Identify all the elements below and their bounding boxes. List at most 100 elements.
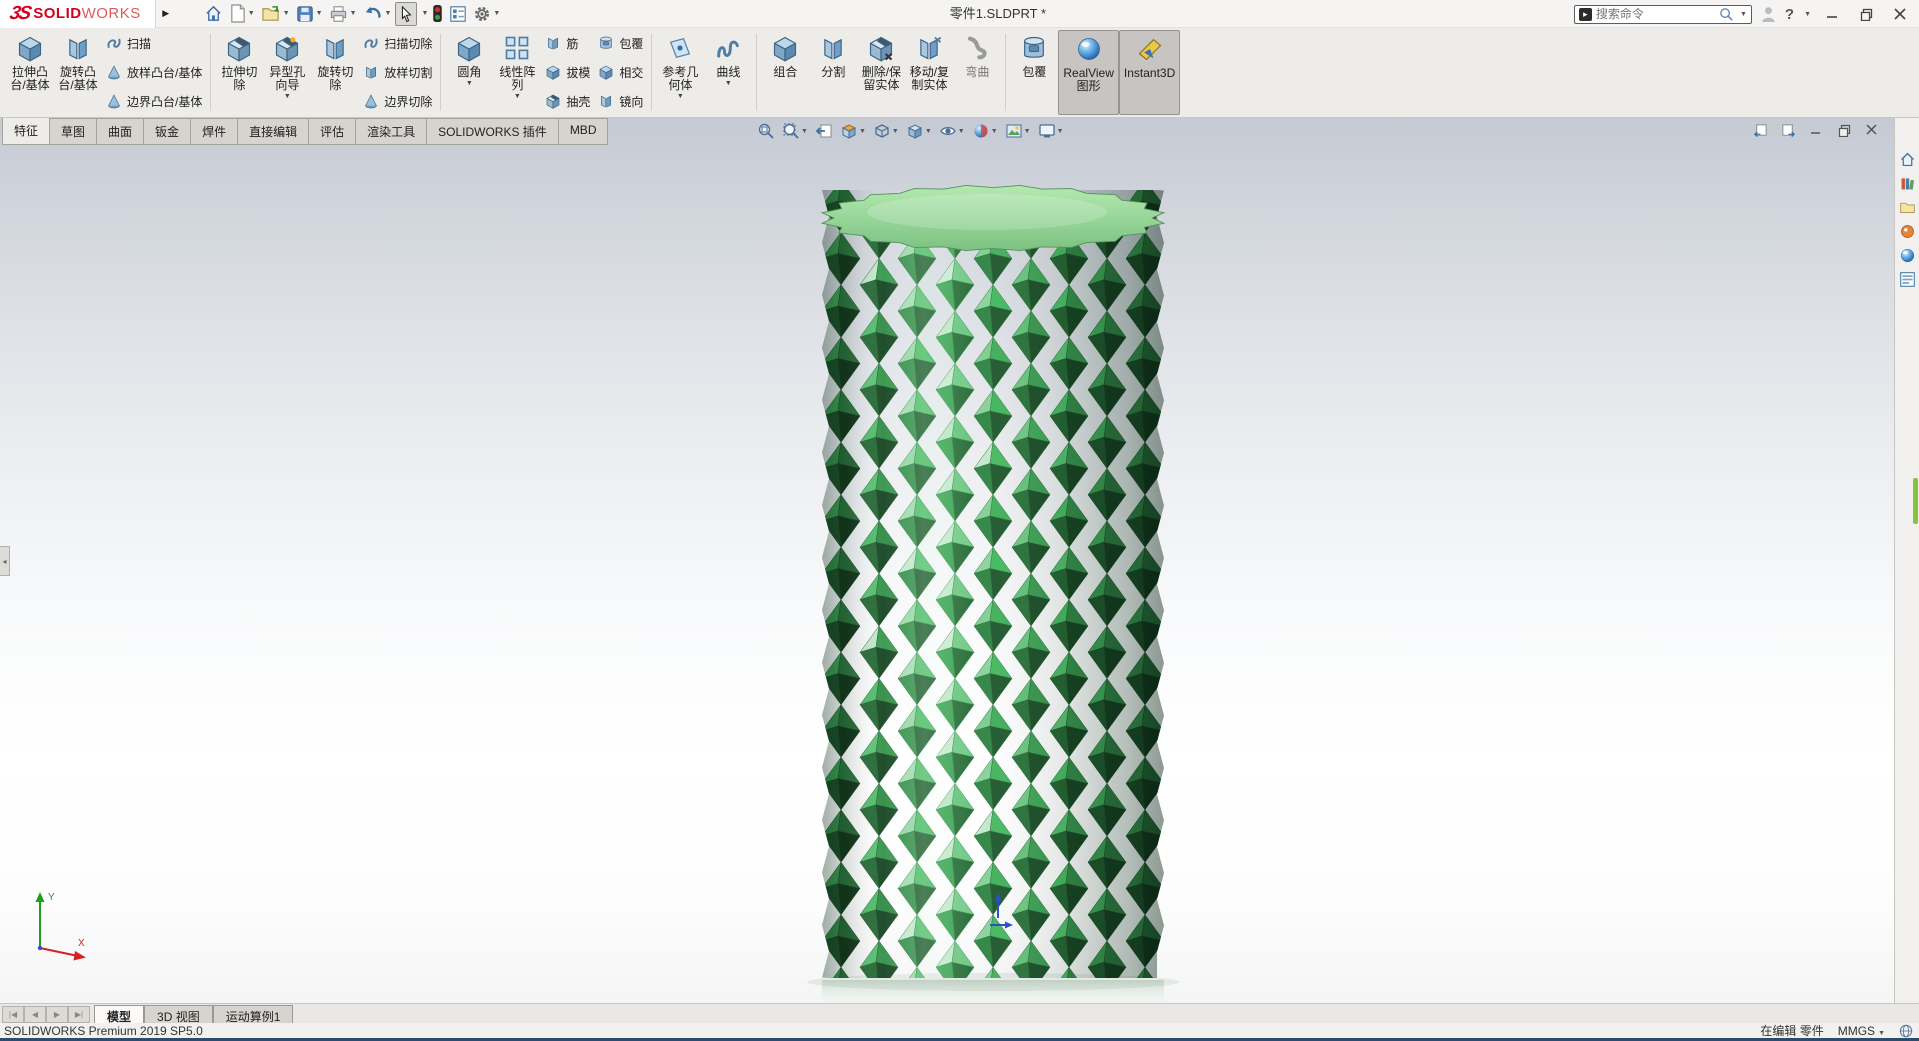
tab-solidworks-addins[interactable]: SOLIDWORKS 插件 <box>427 118 559 145</box>
tab-motion-study-1[interactable]: 运动算例1 <box>212 1005 294 1024</box>
swept-cut-button[interactable]: 扫描切除 <box>363 34 432 52</box>
collapse-pane-tab[interactable]: ◂ <box>0 546 10 576</box>
hide-show-items-button[interactable]: ▼ <box>937 120 967 142</box>
hole-wizard-caret[interactable]: ▼ <box>284 93 291 101</box>
taskpane-home-button[interactable] <box>1897 149 1918 170</box>
flex-button[interactable]: 弯曲 <box>953 30 1001 115</box>
curves-button[interactable]: 曲线 ▼ <box>704 30 752 115</box>
options-list-button[interactable] <box>447 2 469 26</box>
lofted-cut-button[interactable]: 放样切割 <box>363 63 432 81</box>
linear-pattern-button[interactable]: 线性阵列 ▼ <box>493 30 541 115</box>
realview-graphics-button[interactable]: RealView 图形 <box>1058 30 1119 115</box>
wrap-button-2[interactable]: 包覆 <box>1010 30 1058 115</box>
view-orientation-caret[interactable]: ▼ <box>892 128 899 135</box>
new-document-button[interactable]: ▼ <box>227 2 257 26</box>
close-button[interactable] <box>1887 3 1913 25</box>
curves-caret[interactable]: ▼ <box>725 80 732 88</box>
boundary-cut-button[interactable]: 边界切除 <box>363 92 432 110</box>
view-palette-button[interactable] <box>1897 221 1918 242</box>
save-button[interactable]: ▼ <box>294 2 325 26</box>
display-style-caret[interactable]: ▼ <box>925 128 932 135</box>
reference-geometry-button[interactable]: 参考几 何体 ▼ <box>656 30 704 115</box>
user-login-icon[interactable] <box>1760 5 1777 23</box>
file-explorer-button[interactable] <box>1897 197 1918 218</box>
print-caret[interactable]: ▼ <box>350 10 357 17</box>
boundary-boss-button[interactable]: 边界凸台/基体 <box>106 92 202 110</box>
save-caret[interactable]: ▼ <box>316 10 323 17</box>
lofted-boss-button[interactable]: 放样凸台/基体 <box>106 63 202 81</box>
search-input[interactable] <box>1595 7 1715 21</box>
extruded-boss-button[interactable]: 拉伸凸 台/基体 <box>6 30 54 115</box>
draft-button[interactable]: 拔模 <box>545 63 590 81</box>
tab-sheet-metal[interactable]: 钣金 <box>144 118 192 145</box>
tab-evaluate[interactable]: 评估 <box>309 118 357 145</box>
previous-view-button[interactable] <box>813 120 835 142</box>
mirror-button[interactable]: 镜向 <box>598 92 643 110</box>
intersect-button[interactable]: 相交 <box>598 63 643 81</box>
section-view-button[interactable]: ▼ <box>838 120 868 142</box>
globe-status-icon[interactable] <box>1899 1024 1913 1038</box>
selection-traffic-light-button[interactable] <box>430 2 445 26</box>
close-document-button[interactable] <box>1861 121 1883 139</box>
fillet-caret[interactable]: ▼ <box>466 80 473 88</box>
taskpane-scroll-thumb[interactable] <box>1913 478 1918 524</box>
model-3d-column[interactable] <box>802 160 1192 1003</box>
undo-caret[interactable]: ▼ <box>385 10 392 17</box>
appearances-scenes-button[interactable] <box>1897 245 1918 266</box>
view-settings-button[interactable]: ▼ <box>1036 120 1066 142</box>
minimize-button[interactable] <box>1819 3 1845 25</box>
extruded-cut-button[interactable]: 拉伸切除 <box>215 30 263 115</box>
last-tab-button[interactable]: ▶| <box>68 1006 90 1023</box>
wrap-button[interactable]: 包覆 <box>598 34 643 52</box>
search-magnifier-icon[interactable] <box>1719 7 1734 22</box>
zoom-caret[interactable]: ▼ <box>801 128 808 135</box>
window-previous-button[interactable] <box>1749 121 1771 139</box>
instant3d-button[interactable]: Instant3D <box>1118 30 1181 115</box>
view-orientation-button[interactable]: ▼ <box>871 120 901 142</box>
open-button[interactable]: ▼ <box>259 2 292 26</box>
zoom-to-fit-button[interactable] <box>755 120 777 142</box>
units-selector[interactable]: MMGS ▼ <box>1838 1024 1885 1038</box>
tab-mbd[interactable]: MBD <box>558 118 609 145</box>
tab-3d-views[interactable]: 3D 视图 <box>144 1005 213 1024</box>
next-tab-button[interactable]: ▶ <box>46 1006 68 1023</box>
previous-tab-button[interactable]: ◀ <box>24 1006 46 1023</box>
window-next-button[interactable] <box>1777 121 1799 139</box>
open-caret[interactable]: ▼ <box>283 10 290 17</box>
print-button[interactable]: ▼ <box>327 2 359 26</box>
section-caret[interactable]: ▼ <box>859 128 866 135</box>
select-caret[interactable]: ▼ <box>421 10 428 17</box>
tab-sketch[interactable]: 草图 <box>50 118 98 145</box>
zoom-to-area-button[interactable]: ▼ <box>780 120 810 142</box>
design-library-button[interactable] <box>1897 173 1918 194</box>
move-copy-body-button[interactable]: 移动/复 制实体 <box>905 30 953 115</box>
display-style-button[interactable]: ▼ <box>904 120 934 142</box>
graphics-area[interactable]: 特征 草图 曲面 钣金 焊件 直接编辑 评估 渲染工具 SOLIDWORKS 插… <box>0 118 1919 1003</box>
split-button[interactable]: 分割 <box>809 30 857 115</box>
tab-features[interactable]: 特征 <box>2 118 51 145</box>
search-box[interactable]: ▸ ▼ <box>1573 4 1752 24</box>
tab-model[interactable]: 模型 <box>94 1005 145 1024</box>
linear-pattern-caret[interactable]: ▼ <box>514 93 521 101</box>
tab-weldments[interactable]: 焊件 <box>191 118 239 145</box>
help-button[interactable]: ? <box>1785 6 1794 23</box>
settings-caret[interactable]: ▼ <box>493 10 500 17</box>
apply-scene-caret[interactable]: ▼ <box>1024 128 1031 135</box>
settings-button[interactable]: ▼ <box>471 2 502 26</box>
fillet-button[interactable]: 圆角 ▼ <box>445 30 493 115</box>
help-caret[interactable]: ▼ <box>1804 11 1811 18</box>
revolved-boss-button[interactable]: 旋转凸 台/基体 <box>54 30 102 115</box>
apply-scene-button[interactable]: ▼ <box>1003 120 1033 142</box>
tab-render-tools[interactable]: 渲染工具 <box>356 118 428 145</box>
view-settings-caret[interactable]: ▼ <box>1057 128 1064 135</box>
restore-document-button[interactable] <box>1833 121 1855 139</box>
search-options-caret[interactable]: ▼ <box>1740 11 1747 18</box>
delete-keep-body-button[interactable]: 删除/保 留实体 <box>857 30 905 115</box>
swept-boss-button[interactable]: 扫描 <box>106 34 202 52</box>
shell-button[interactable]: 抽壳 <box>545 92 590 110</box>
reference-geometry-caret[interactable]: ▼ <box>677 93 684 101</box>
custom-properties-button[interactable] <box>1897 269 1918 290</box>
edit-appearance-button[interactable]: ▼ <box>970 120 1000 142</box>
restore-button[interactable] <box>1853 3 1879 25</box>
first-tab-button[interactable]: |◀ <box>2 1006 24 1023</box>
